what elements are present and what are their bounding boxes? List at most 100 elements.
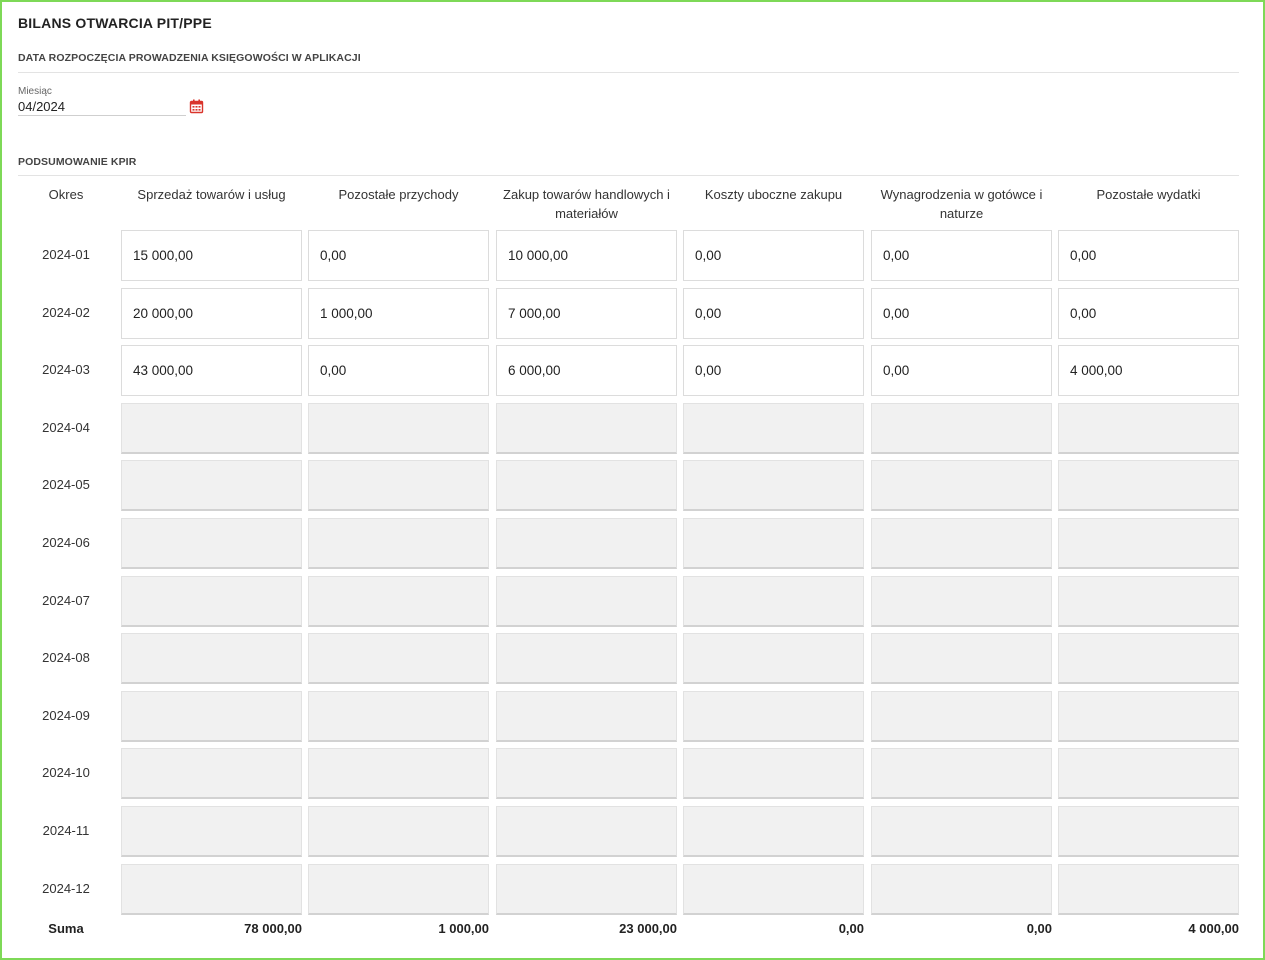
amount-input-disabled (121, 403, 302, 454)
amount-input-disabled (496, 518, 677, 569)
column-header-period: Okres (48, 187, 84, 202)
column-sum: 78 000,00 (244, 921, 302, 936)
amount-input[interactable]: 43 000,00 (121, 345, 302, 396)
amount-input-disabled (871, 403, 1052, 454)
amount-input-disabled (683, 460, 864, 511)
amount-input[interactable]: 6 000,00 (496, 345, 677, 396)
amount-input-disabled (496, 806, 677, 857)
amount-input-disabled (496, 864, 677, 915)
amount-input-disabled (871, 748, 1052, 799)
amount-input-disabled (1058, 460, 1239, 511)
amount-input[interactable]: 7 000,00 (496, 288, 677, 339)
amount-input-disabled (496, 576, 677, 627)
row-period-label: 2024-03 (42, 362, 90, 377)
amount-input-disabled (121, 633, 302, 684)
column-header: Pozostałe przychody (338, 187, 459, 202)
row-period-label: 2024-04 (42, 420, 90, 435)
row-period-label: 2024-08 (42, 650, 90, 665)
amount-input[interactable]: 0,00 (683, 230, 864, 281)
amount-input-disabled (1058, 691, 1239, 742)
amount-input-disabled (308, 460, 489, 511)
amount-input[interactable]: 10 000,00 (496, 230, 677, 281)
amount-input-disabled (308, 806, 489, 857)
row-period-label: 2024-11 (42, 823, 90, 838)
amount-input-disabled (871, 806, 1052, 857)
amount-input-disabled (496, 460, 677, 511)
amount-input-disabled (496, 633, 677, 684)
column-sum: 0,00 (838, 921, 864, 936)
row-period-label: 2024-06 (42, 535, 90, 550)
amount-input[interactable]: 0,00 (683, 345, 864, 396)
amount-input-disabled (496, 403, 677, 454)
amount-input[interactable]: 1 000,00 (308, 288, 489, 339)
column-header: Pozostałe wydatki (1096, 187, 1201, 202)
column-header: Zakup towarów handlowych i materiałów (503, 187, 670, 221)
column-header: Sprzedaż towarów i usług (137, 187, 286, 202)
amount-input[interactable]: 0,00 (308, 230, 489, 281)
column-sum: 4 000,00 (1188, 921, 1239, 936)
amount-input[interactable]: 20 000,00 (121, 288, 302, 339)
amount-input-disabled (871, 576, 1052, 627)
amount-input-disabled (308, 633, 489, 684)
amount-input-disabled (308, 748, 489, 799)
amount-input-disabled (683, 691, 864, 742)
amount-input-disabled (308, 691, 489, 742)
amount-input-disabled (871, 460, 1052, 511)
amount-input[interactable]: 0,00 (683, 288, 864, 339)
amount-input-disabled (871, 518, 1052, 569)
amount-input[interactable]: 0,00 (1058, 230, 1239, 281)
amount-input[interactable]: 0,00 (308, 345, 489, 396)
page-title: BILANS OTWARCIA PIT/PPE (18, 15, 212, 31)
amount-input-disabled (121, 806, 302, 857)
amount-input-disabled (121, 691, 302, 742)
calendar-icon[interactable] (189, 99, 204, 114)
amount-input-disabled (871, 633, 1052, 684)
amount-input[interactable]: 0,00 (871, 288, 1052, 339)
amount-input[interactable]: 4 000,00 (1058, 345, 1239, 396)
amount-input-disabled (308, 518, 489, 569)
amount-input-disabled (683, 576, 864, 627)
amount-input-disabled (496, 691, 677, 742)
column-header: Koszty uboczne zakupu (704, 187, 843, 202)
amount-input-disabled (121, 576, 302, 627)
amount-input-disabled (683, 403, 864, 454)
column-sum: 1 000,00 (438, 921, 489, 936)
amount-input-disabled (1058, 633, 1239, 684)
divider (18, 175, 1239, 176)
amount-input-disabled (683, 806, 864, 857)
column-sum: 23 000,00 (619, 921, 677, 936)
row-period-label: 2024-12 (42, 881, 90, 896)
amount-input-disabled (1058, 806, 1239, 857)
sum-label: Suma (48, 921, 84, 936)
month-field-label: Miesiąc (18, 86, 52, 97)
kpir-summary-section-label: PODSUMOWANIE KPIR (18, 156, 137, 168)
row-period-label: 2024-01 (42, 247, 90, 262)
amount-input[interactable]: 0,00 (871, 230, 1052, 281)
amount-input-disabled (871, 691, 1052, 742)
amount-input-disabled (683, 633, 864, 684)
amount-input-disabled (308, 576, 489, 627)
amount-input-disabled (1058, 864, 1239, 915)
amount-input[interactable]: 15 000,00 (121, 230, 302, 281)
amount-input-disabled (1058, 518, 1239, 569)
amount-input-disabled (1058, 403, 1239, 454)
row-period-label: 2024-02 (42, 305, 90, 320)
amount-input-disabled (1058, 576, 1239, 627)
month-input[interactable] (18, 97, 186, 116)
divider (18, 72, 1239, 73)
amount-input[interactable]: 0,00 (871, 345, 1052, 396)
row-period-label: 2024-10 (42, 765, 90, 780)
row-period-label: 2024-07 (42, 593, 90, 608)
column-sum: 0,00 (1026, 921, 1052, 936)
amount-input-disabled (683, 864, 864, 915)
amount-input-disabled (121, 864, 302, 915)
start-date-section-label: DATA ROZPOCZĘCIA PROWADZENIA KSIĘGOWOŚCI… (18, 52, 361, 64)
amount-input-disabled (1058, 748, 1239, 799)
amount-input[interactable]: 0,00 (1058, 288, 1239, 339)
amount-input-disabled (496, 748, 677, 799)
column-header: Wynagrodzenia w gotówce i naturze (880, 187, 1043, 221)
row-period-label: 2024-09 (42, 708, 90, 723)
amount-input-disabled (871, 864, 1052, 915)
amount-input-disabled (121, 460, 302, 511)
amount-input-disabled (308, 864, 489, 915)
